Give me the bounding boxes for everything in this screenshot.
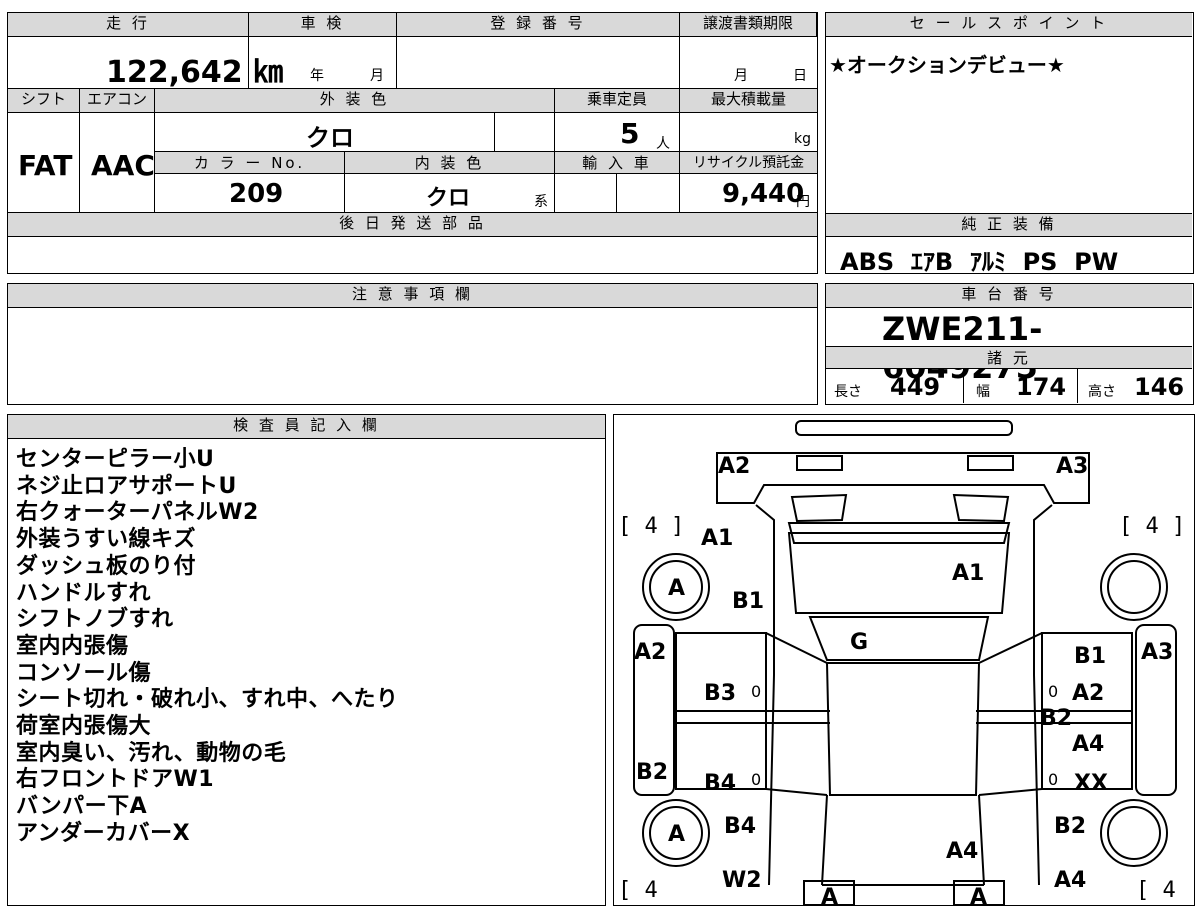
registration-header: 登 録 番 号 — [397, 13, 680, 37]
diag-label-zero-2: 0 — [1048, 682, 1058, 701]
diag-label-right-b2: B2 — [1040, 706, 1072, 731]
chassis-box: 車 台 番 号 ZWE211-6049275 諸 元 長さ 449 幅 174 … — [825, 283, 1194, 405]
sales-point-box: セ ー ル ス ポ イ ン ト ★オークションデビュー★ 純 正 装 備 ABS… — [825, 12, 1194, 276]
capacity-unit: 人 — [656, 136, 670, 152]
diag-label-bottom-a-right: A — [970, 885, 987, 907]
shaken-year-label: 年 — [310, 68, 324, 84]
diag-label-right-a4: A4 — [1072, 732, 1104, 757]
diag-label-tire-tl: [ 4 ] — [618, 514, 684, 539]
diag-label-windshield: G — [850, 630, 868, 655]
interior-value: クロ — [426, 186, 471, 211]
spec-width-value: 174 — [1016, 373, 1067, 401]
aircon-header: エアコン — [80, 89, 155, 113]
spec-length-value: 449 — [890, 373, 941, 401]
notes-header: 注 意 事 項 欄 — [8, 284, 817, 308]
inspector-line: アンダーカバーX — [16, 820, 191, 846]
aircon-value: AAC — [91, 149, 155, 182]
diag-label-wheel-rl: A — [668, 822, 685, 847]
shaken-header: 車 検 — [249, 13, 397, 37]
spec-height-label: 高さ — [1088, 384, 1116, 400]
diag-label-left-rear-b4: B4 — [724, 814, 756, 839]
inspector-box: 検 査 員 記 入 欄 センターピラー小U ネジ止ロアサポートU 右クォーターパネル… — [7, 414, 606, 906]
import-cell-a — [555, 174, 617, 213]
spec-length-label: 長さ — [834, 384, 862, 400]
inspector-header: 検 査 員 記 入 欄 — [8, 415, 605, 439]
diag-label-left-b4: B4 — [704, 771, 736, 796]
diag-label-bottom-a-left: A — [821, 885, 838, 907]
diag-label-left-b1: B1 — [732, 589, 764, 614]
transfer-month-label: 月 — [734, 68, 748, 84]
diag-label-right-xx: XX — [1074, 771, 1108, 796]
mileage-header: 走 行 — [8, 13, 249, 37]
notes-box: 注 意 事 項 欄 — [7, 283, 818, 405]
diag-label-hood: A1 — [952, 561, 984, 586]
diag-label-left-b3: B3 — [704, 681, 736, 706]
exterior-value: クロ — [306, 124, 354, 152]
exterior-extra-cell — [495, 113, 555, 152]
diag-label-front-left-fender: A1 — [701, 526, 733, 551]
color-no-value: 209 — [229, 179, 284, 209]
diag-label-right-b1: B1 — [1074, 644, 1106, 669]
diag-label-tire-tr: [ 4 ] — [1119, 514, 1185, 539]
vehicle-info-table: 走 行 車 検 登 録 番 号 譲渡書類期限 122,642 ㎞ 年 月 月 日… — [7, 12, 818, 274]
shift-header: シフト — [8, 89, 80, 113]
chassis-header: 車 台 番 号 — [826, 284, 1192, 308]
diag-label-right-a2: A2 — [1072, 681, 1104, 706]
diag-label-zero-4: 0 — [1048, 770, 1058, 789]
capacity-header: 乗車定員 — [555, 89, 680, 113]
max-load-unit: kg — [794, 131, 811, 147]
recycle-header: リサイクル預託金 — [680, 152, 817, 174]
shift-value: FAT — [18, 149, 73, 182]
genuine-equip-header: 純 正 装 備 — [826, 213, 1192, 237]
diag-label-top-left: A2 — [718, 454, 750, 479]
diag-label-left-b2: B2 — [636, 760, 668, 785]
spec-width-label: 幅 — [976, 384, 990, 400]
diag-label-top-right: A3 — [1056, 454, 1088, 479]
genuine-equip-value: ABS ｴｱB ｱﾙﾐ PS PW — [840, 248, 1119, 276]
diag-label-right-a3: A3 — [1141, 640, 1173, 665]
diag-label-wheel-fl: A — [668, 576, 685, 601]
car-diagram: A2 A3 [ 4 ] [ 4 ] A1 A1 B1 A G A2 B1 A3 … — [618, 420, 1185, 907]
diag-label-left-door-front: A2 — [634, 640, 666, 665]
transfer-day-label: 日 — [793, 68, 807, 84]
interior-header: 内 装 色 — [345, 152, 555, 174]
diag-label-right-rear-a4: A4 — [1054, 868, 1086, 893]
interior-unit: 系 — [534, 194, 548, 210]
import-cell-b — [617, 174, 680, 213]
recycle-value: 9,440 — [722, 179, 805, 209]
recycle-unit: 円 — [796, 194, 810, 210]
diag-label-zero-3: 0 — [751, 770, 761, 789]
registration-cell — [397, 37, 680, 89]
specs-header: 諸 元 — [826, 346, 1192, 369]
diag-label-tire-br: [ 4 — [1136, 878, 1176, 903]
sales-point-header: セ ー ル ス ポ イ ン ト — [826, 13, 1192, 37]
capacity-value: 5 — [620, 117, 640, 150]
spec-height-value: 146 — [1134, 373, 1185, 401]
transfer-deadline-header: 譲渡書類期限 — [680, 13, 817, 37]
shaken-month-label: 月 — [370, 68, 384, 84]
car-diagram-box: A2 A3 [ 4 ] [ 4 ] A1 A1 B1 A G A2 B1 A3 … — [613, 414, 1195, 907]
color-no-header: カ ラ ー No. — [155, 152, 345, 174]
diag-label-zero-1: 0 — [751, 682, 761, 701]
diag-label-right-rear-b2: B2 — [1054, 814, 1086, 839]
diag-label-roof-rear: A4 — [946, 839, 978, 864]
diag-label-left-w2: W2 — [722, 868, 762, 893]
max-load-header: 最大積載量 — [680, 89, 817, 113]
diag-label-tire-bl: [ 4 — [618, 878, 658, 903]
import-header: 輸 入 車 — [555, 152, 680, 174]
exterior-header: 外 装 色 — [155, 89, 555, 113]
later-parts-header: 後 日 発 送 部 品 — [8, 213, 817, 237]
sales-point-text: ★オークションデビュー★ — [829, 53, 1065, 77]
